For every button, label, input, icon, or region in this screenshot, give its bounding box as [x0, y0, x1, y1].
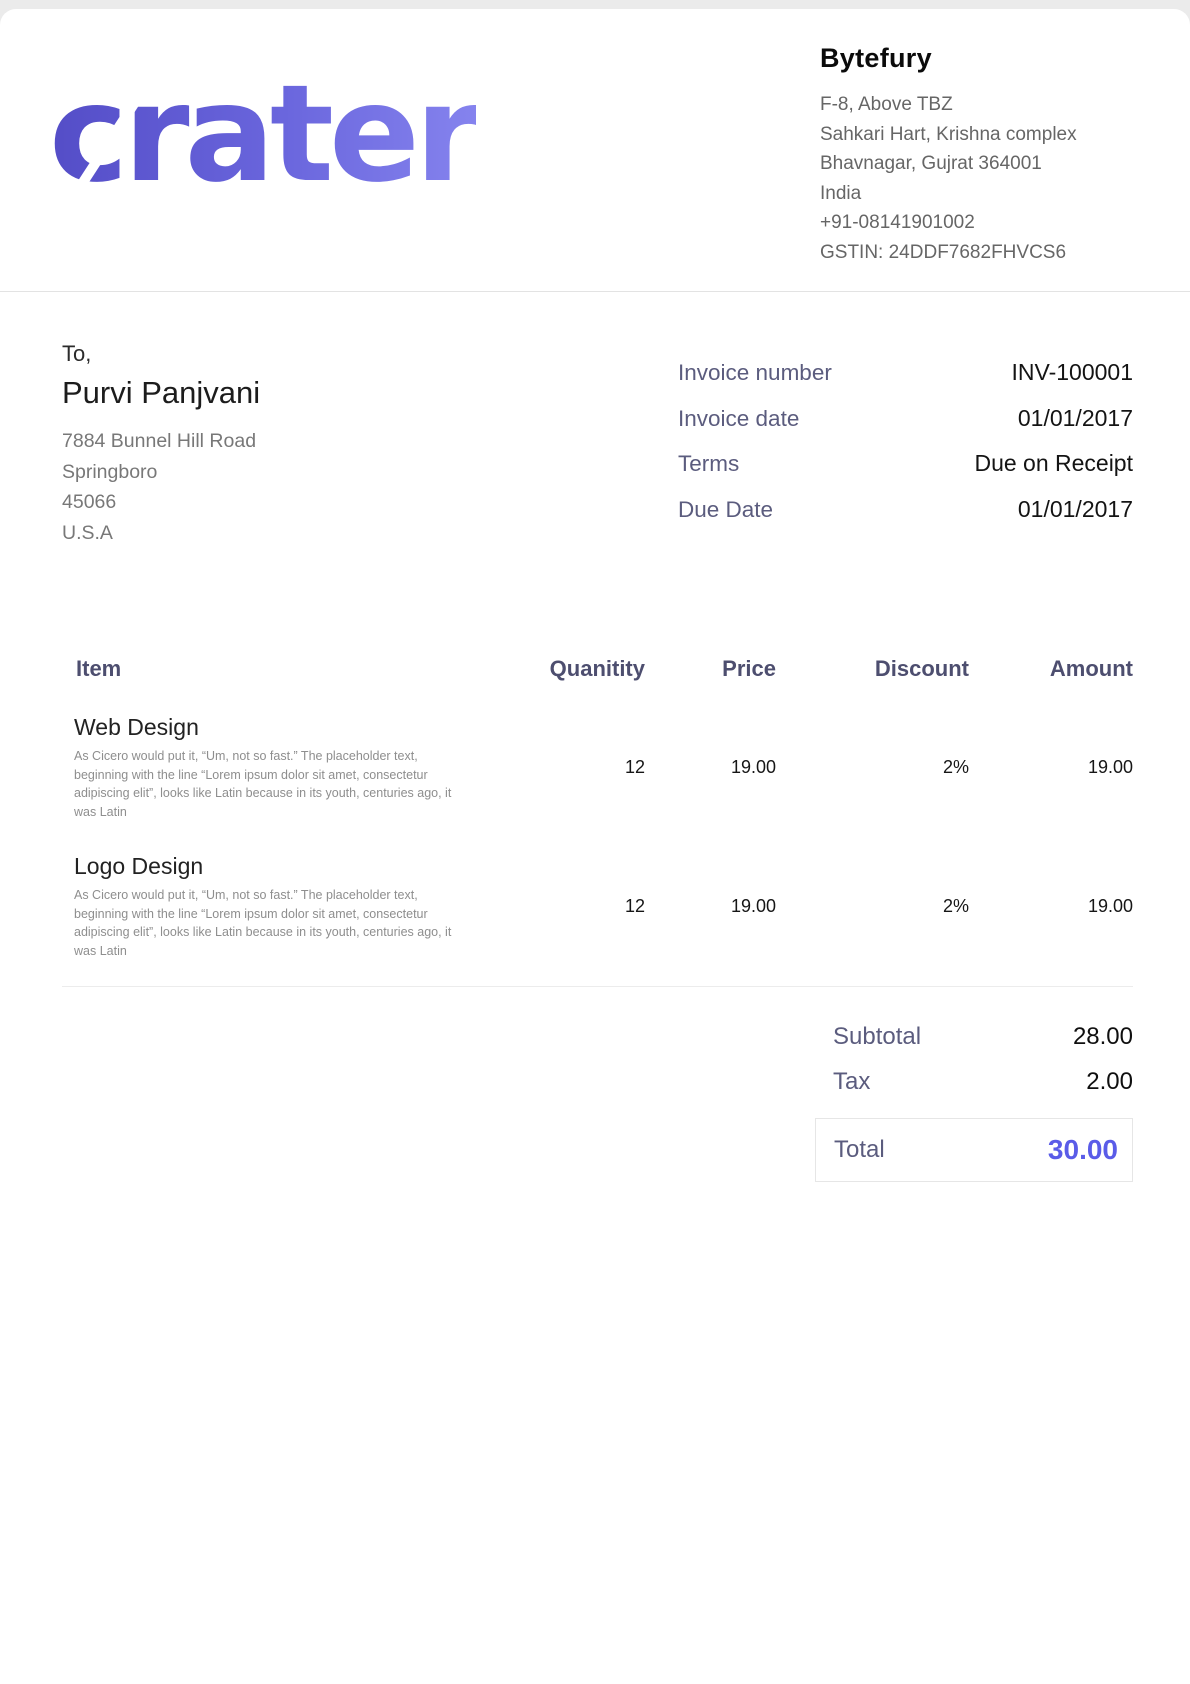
tax-row: Tax 2.00	[815, 1068, 1133, 1096]
item-description: As Cicero would put it, “Um, not so fast…	[74, 747, 475, 821]
customer-address-line: 45066	[62, 487, 260, 518]
item-cell: Logo Design As Cicero would put it, “Um,…	[62, 853, 475, 960]
customer-name: Purvi Panjvani	[62, 375, 260, 411]
invoice-header: crater Bytefury F-8, Above TBZ Sahkari H…	[0, 9, 1190, 292]
to-label: To,	[62, 341, 260, 367]
subtotal-value: 28.00	[1073, 1023, 1133, 1051]
price-column-header: Price	[645, 656, 776, 682]
item-cell: Web Design As Cicero would put it, “Um, …	[62, 714, 475, 821]
invoice-body: To, Purvi Panjvani 7884 Bunnel Hill Road…	[0, 292, 1190, 1182]
company-phone: +91-08141901002	[820, 208, 1150, 238]
table-bottom-divider	[62, 986, 1133, 987]
total-box: Total 30.00	[815, 1118, 1133, 1182]
item-price: 19.00	[645, 896, 776, 917]
invoice-meta-block: Invoice number INV-100001 Invoice date 0…	[678, 359, 1133, 548]
customer-address-line: U.S.A	[62, 518, 260, 549]
invoice-page: crater Bytefury F-8, Above TBZ Sahkari H…	[0, 9, 1190, 1684]
subtotal-label: Subtotal	[833, 1023, 921, 1051]
item-quantity: 12	[475, 896, 645, 917]
discount-column-header: Discount	[776, 656, 969, 682]
company-address-line: Sahkari Hart, Krishna complex	[820, 120, 1150, 150]
item-name: Logo Design	[74, 853, 475, 880]
table-row: Logo Design As Cicero would put it, “Um,…	[62, 853, 1133, 960]
item-discount: 2%	[776, 757, 969, 778]
due-date-label: Due Date	[678, 497, 773, 523]
invoice-date-row: Invoice date 01/01/2017	[678, 405, 1133, 451]
customer-address-line: 7884 Bunnel Hill Road	[62, 426, 260, 457]
terms-value: Due on Receipt	[974, 450, 1133, 477]
item-price: 19.00	[645, 757, 776, 778]
amount-column-header: Amount	[969, 656, 1133, 682]
total-label: Total	[834, 1136, 885, 1164]
items-table-header: Item Quanitity Price Discount Amount	[62, 656, 1133, 682]
item-amount: 19.00	[969, 896, 1133, 917]
item-column-header: Item	[62, 656, 475, 682]
company-address-line: India	[820, 179, 1150, 209]
company-name: Bytefury	[820, 43, 1150, 74]
total-value: 30.00	[1048, 1134, 1118, 1166]
item-name: Web Design	[74, 714, 475, 741]
invoice-number-label: Invoice number	[678, 360, 832, 386]
bill-to-block: To, Purvi Panjvani 7884 Bunnel Hill Road…	[62, 341, 260, 548]
tax-value: 2.00	[1086, 1068, 1133, 1096]
crater-logo: crater	[49, 47, 476, 247]
tax-label: Tax	[833, 1068, 870, 1096]
customer-address-line: Springboro	[62, 457, 260, 488]
company-address: F-8, Above TBZ Sahkari Hart, Krishna com…	[820, 90, 1150, 267]
subtotal-row: Subtotal 28.00	[815, 1023, 1133, 1051]
items-table: Item Quanitity Price Discount Amount Web…	[62, 656, 1133, 987]
table-row: Web Design As Cicero would put it, “Um, …	[62, 714, 1133, 821]
terms-label: Terms	[678, 451, 739, 477]
invoice-number-row: Invoice number INV-100001	[678, 359, 1133, 405]
company-info: Bytefury F-8, Above TBZ Sahkari Hart, Kr…	[820, 43, 1150, 291]
item-discount: 2%	[776, 896, 969, 917]
totals-block: Subtotal 28.00 Tax 2.00 Total 30.00	[815, 1023, 1133, 1182]
customer-address: 7884 Bunnel Hill Road Springboro 45066 U…	[62, 426, 260, 548]
item-description: As Cicero would put it, “Um, not so fast…	[74, 886, 475, 960]
company-address-line: Bhavnagar, Gujrat 364001	[820, 149, 1150, 179]
billing-and-meta-row: To, Purvi Panjvani 7884 Bunnel Hill Road…	[62, 341, 1133, 548]
company-address-line: F-8, Above TBZ	[820, 90, 1150, 120]
item-quantity: 12	[475, 757, 645, 778]
invoice-number-value: INV-100001	[1012, 359, 1133, 386]
due-date-value: 01/01/2017	[1018, 496, 1133, 523]
item-amount: 19.00	[969, 757, 1133, 778]
terms-row: Terms Due on Receipt	[678, 450, 1133, 496]
quantity-column-header: Quanitity	[475, 656, 645, 682]
due-date-row: Due Date 01/01/2017	[678, 496, 1133, 542]
invoice-date-label: Invoice date	[678, 406, 799, 432]
company-gstin: GSTIN: 24DDF7682FHVCS6	[820, 238, 1150, 268]
invoice-date-value: 01/01/2017	[1018, 405, 1133, 432]
